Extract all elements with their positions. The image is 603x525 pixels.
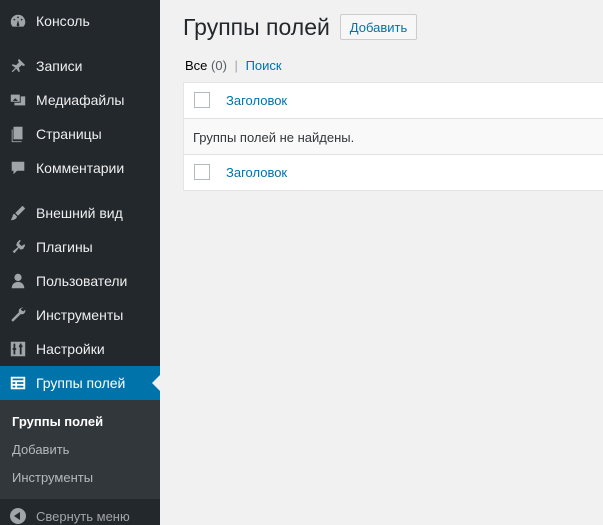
sidebar-item-pages[interactable]: Страницы (0, 117, 160, 151)
filter-separator: | (234, 58, 238, 73)
submenu-item-field-groups[interactable]: Группы полей (12, 414, 103, 429)
dashboard-icon (8, 11, 28, 31)
sidebar-item-appearance[interactable]: Внешний вид (0, 196, 160, 230)
table-header-row: Заголовок (184, 83, 603, 119)
empty-message: Группы полей не найдены. (193, 130, 355, 145)
plugin-icon (8, 237, 28, 257)
collapse-icon (10, 508, 26, 524)
field-groups-table: Заголовок Группы полей не найдены. Загол… (183, 82, 603, 191)
wrench-icon (8, 305, 28, 325)
collapse-menu-button[interactable]: Свернуть меню (0, 504, 160, 525)
active-arrow (152, 375, 160, 391)
field-groups-icon (8, 373, 28, 393)
filter-all-link[interactable]: Все (185, 58, 207, 73)
sidebar-item-posts[interactable]: Записи (0, 49, 160, 83)
filter-all-count: (0) (211, 58, 227, 73)
sidebar-item-label: Группы полей (36, 375, 126, 391)
sidebar-item-label: Записи (36, 58, 83, 74)
column-title-header[interactable]: Заголовок (226, 93, 287, 108)
media-icon (8, 90, 28, 110)
pin-icon (8, 56, 28, 76)
sidebar-item-label: Инструменты (36, 307, 124, 323)
sidebar-item-tools[interactable]: Инструменты (0, 298, 160, 332)
user-icon (8, 271, 28, 291)
page-title: Группы полей (183, 14, 330, 40)
table-footer-row: Заголовок (184, 155, 603, 191)
sidebar-item-field-groups[interactable]: Группы полей (0, 366, 160, 400)
sidebar-item-media[interactable]: Медиафайлы (0, 83, 160, 117)
sidebar-item-label: Страницы (36, 126, 102, 142)
sidebar-item-dashboard[interactable]: Консоль (0, 4, 160, 38)
collapse-label: Свернуть меню (36, 508, 130, 524)
sidebar-item-users[interactable]: Пользователи (0, 264, 160, 298)
select-all-checkbox[interactable] (194, 92, 210, 108)
table-empty-row: Группы полей не найдены. (184, 119, 603, 155)
submenu: Группы полей Добавить Инструменты (0, 400, 160, 499)
sidebar-item-label: Медиафайлы (36, 92, 125, 108)
sidebar-item-plugins[interactable]: Плагины (0, 230, 160, 264)
sidebar-item-label: Плагины (36, 239, 93, 255)
brush-icon (8, 203, 28, 223)
sidebar-item-comments[interactable]: Комментарии (0, 151, 160, 185)
sidebar-item-settings[interactable]: Настройки (0, 332, 160, 366)
submenu-item-add[interactable]: Добавить (12, 442, 69, 457)
submenu-item-tools[interactable]: Инструменты (12, 470, 93, 485)
sidebar-item-label: Консоль (36, 13, 90, 29)
add-new-button[interactable]: Добавить (340, 14, 417, 40)
column-title-footer[interactable]: Заголовок (226, 165, 287, 180)
sidebar-item-label: Внешний вид (36, 205, 123, 221)
select-all-checkbox-footer[interactable] (194, 164, 210, 180)
comment-icon (8, 158, 28, 178)
sidebar-item-label: Настройки (36, 341, 105, 357)
admin-sidebar: Консоль Записи Медиафайлы Страницы Комме… (0, 0, 160, 525)
filter-links: Все (0) | Поиск (185, 58, 282, 73)
sidebar-item-label: Пользователи (36, 273, 128, 289)
settings-icon (8, 339, 28, 359)
pages-icon (8, 124, 28, 144)
sidebar-item-label: Комментарии (36, 160, 125, 176)
filter-search-link[interactable]: Поиск (246, 58, 282, 73)
